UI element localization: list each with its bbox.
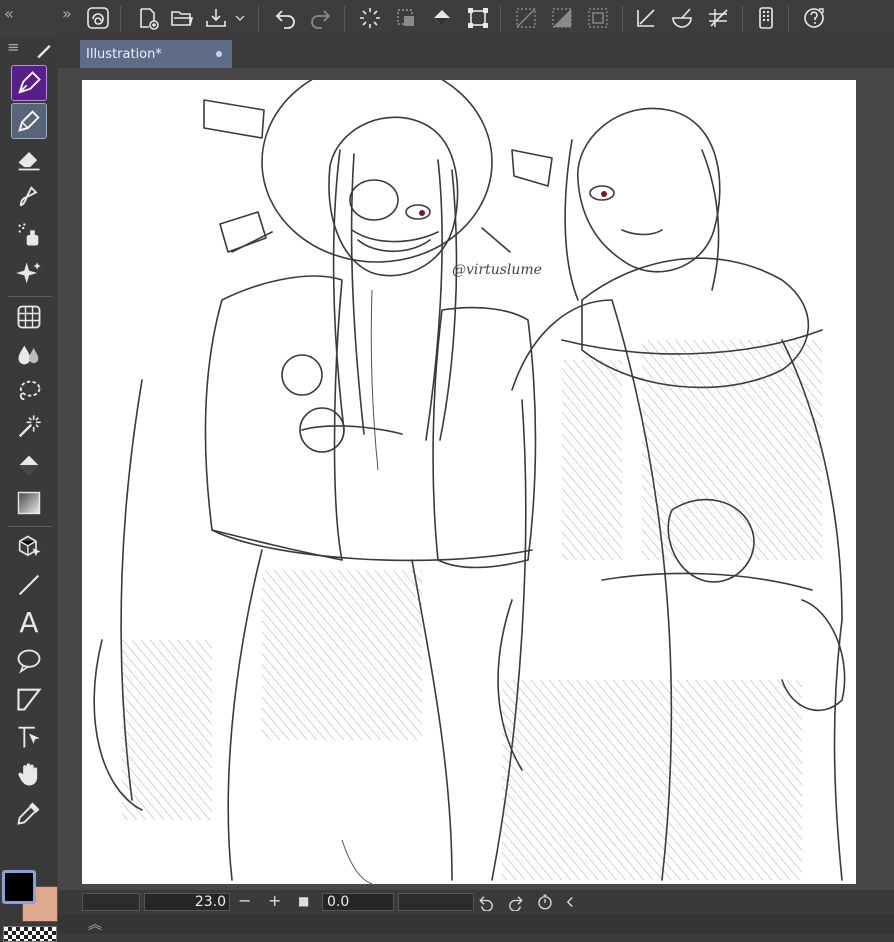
sparkle-icon (16, 262, 41, 284)
balloon-tool[interactable] (12, 644, 46, 678)
transparent-color-swatch[interactable] (3, 926, 57, 942)
eyedropper-tool[interactable] (12, 796, 46, 830)
undo-icon[interactable] (272, 4, 300, 32)
blend-tool[interactable] (12, 338, 46, 372)
frame-border-icon (17, 688, 42, 711)
palette-menu-icon[interactable]: ≡ (7, 38, 20, 56)
smartphone-icon[interactable] (752, 4, 780, 32)
brush-tool[interactable] (12, 180, 46, 214)
new-file-icon[interactable] (134, 4, 162, 32)
sketch-artwork (93, 80, 846, 884)
bottom-panel-strip: ︽ (58, 914, 894, 934)
command-bar: « » (0, 0, 894, 39)
invert-selection-icon[interactable] (392, 4, 420, 32)
collapse-right-icon[interactable]: » (62, 6, 72, 22)
grid-snap-icon[interactable] (704, 4, 732, 32)
lasso-tool[interactable] (12, 374, 46, 408)
zoom-in-button[interactable]: + (268, 892, 281, 910)
rotate-left-icon[interactable] (478, 893, 496, 915)
drops-icon (18, 345, 39, 365)
cube-cursor-icon (18, 535, 41, 557)
gradient-icon (17, 491, 41, 515)
operation-tool[interactable] (12, 300, 46, 334)
correct-line-icon (18, 726, 40, 748)
unsaved-dot-icon[interactable] (216, 51, 222, 57)
grid-frame-icon (17, 305, 41, 329)
document-tab-title: Illustration* (86, 46, 162, 62)
selection-border-icon[interactable] (584, 4, 612, 32)
frame-border-tool[interactable] (12, 682, 46, 716)
save-icon[interactable] (202, 4, 230, 32)
navigator-bar: 23.0 − + ■ 0.0 (58, 890, 894, 914)
fill-icon[interactable] (428, 4, 456, 32)
open-folder-icon[interactable] (168, 4, 196, 32)
clear-selection-icon[interactable] (356, 4, 384, 32)
transform-icon[interactable] (464, 4, 492, 32)
pencil-icon (18, 110, 40, 132)
redo-icon[interactable] (306, 4, 334, 32)
rotate-right-icon[interactable] (506, 893, 524, 915)
rotation-input[interactable]: 0.0 (322, 893, 394, 911)
hide-outside-icon[interactable] (512, 4, 540, 32)
special-ruler-icon[interactable] (668, 4, 696, 32)
collapse-chevron-icon[interactable] (564, 893, 576, 915)
decoration-tool[interactable] (12, 256, 46, 290)
airbrush-icon (18, 223, 39, 246)
tool-palette: ≡ A (0, 38, 59, 942)
line-tool[interactable] (12, 568, 46, 602)
pen-icon (18, 71, 41, 94)
auto-select-tool[interactable] (12, 410, 46, 444)
document-tab-strip: Illustration* (58, 38, 894, 68)
artist-signature: @virtuslume (452, 262, 542, 278)
bucket-icon (19, 455, 39, 475)
zoom-slider[interactable] (82, 893, 140, 911)
collapse-left-icon[interactable]: « (4, 6, 14, 22)
pencil-tool[interactable] (11, 103, 47, 139)
hand-icon (18, 763, 38, 786)
save-dropdown-icon[interactable] (232, 4, 248, 32)
eraser-tool[interactable] (12, 142, 46, 176)
gradient-tool[interactable] (12, 486, 46, 520)
main-color-swatch[interactable] (2, 870, 36, 904)
crop-icon[interactable] (548, 4, 576, 32)
line-icon (18, 574, 40, 596)
reset-rotation-icon[interactable] (536, 893, 554, 915)
document-tab[interactable]: Illustration* (80, 40, 232, 68)
ruler-snap-icon[interactable] (632, 4, 660, 32)
text-tool[interactable]: A (12, 606, 46, 640)
canvas-viewport[interactable]: @virtuslume (58, 68, 894, 890)
help-icon[interactable] (800, 4, 828, 32)
expand-up-icon[interactable]: ︽ (88, 914, 102, 934)
subtool-pen-icon[interactable] (34, 40, 54, 64)
magic-wand-icon (18, 415, 41, 438)
zoom-input[interactable]: 23.0 (144, 893, 230, 911)
correct-line-tool[interactable] (12, 720, 46, 754)
speech-balloon-icon (17, 649, 41, 674)
pen-tool[interactable] (11, 65, 47, 101)
canvas[interactable]: @virtuslume (82, 80, 856, 884)
eraser-icon (18, 152, 40, 171)
object-tool[interactable] (12, 530, 46, 564)
lasso-icon (19, 380, 41, 401)
text-icon: A (19, 606, 39, 639)
airbrush-tool[interactable] (12, 218, 46, 252)
eyedropper-icon (17, 802, 40, 825)
brush-icon (19, 186, 38, 207)
rotation-slider[interactable] (398, 893, 474, 911)
hand-tool[interactable] (12, 758, 46, 792)
fill-tool[interactable] (12, 448, 46, 482)
clip-studio-icon[interactable] (84, 4, 112, 32)
fit-button[interactable]: ■ (298, 892, 309, 910)
zoom-out-button[interactable]: − (238, 892, 251, 910)
